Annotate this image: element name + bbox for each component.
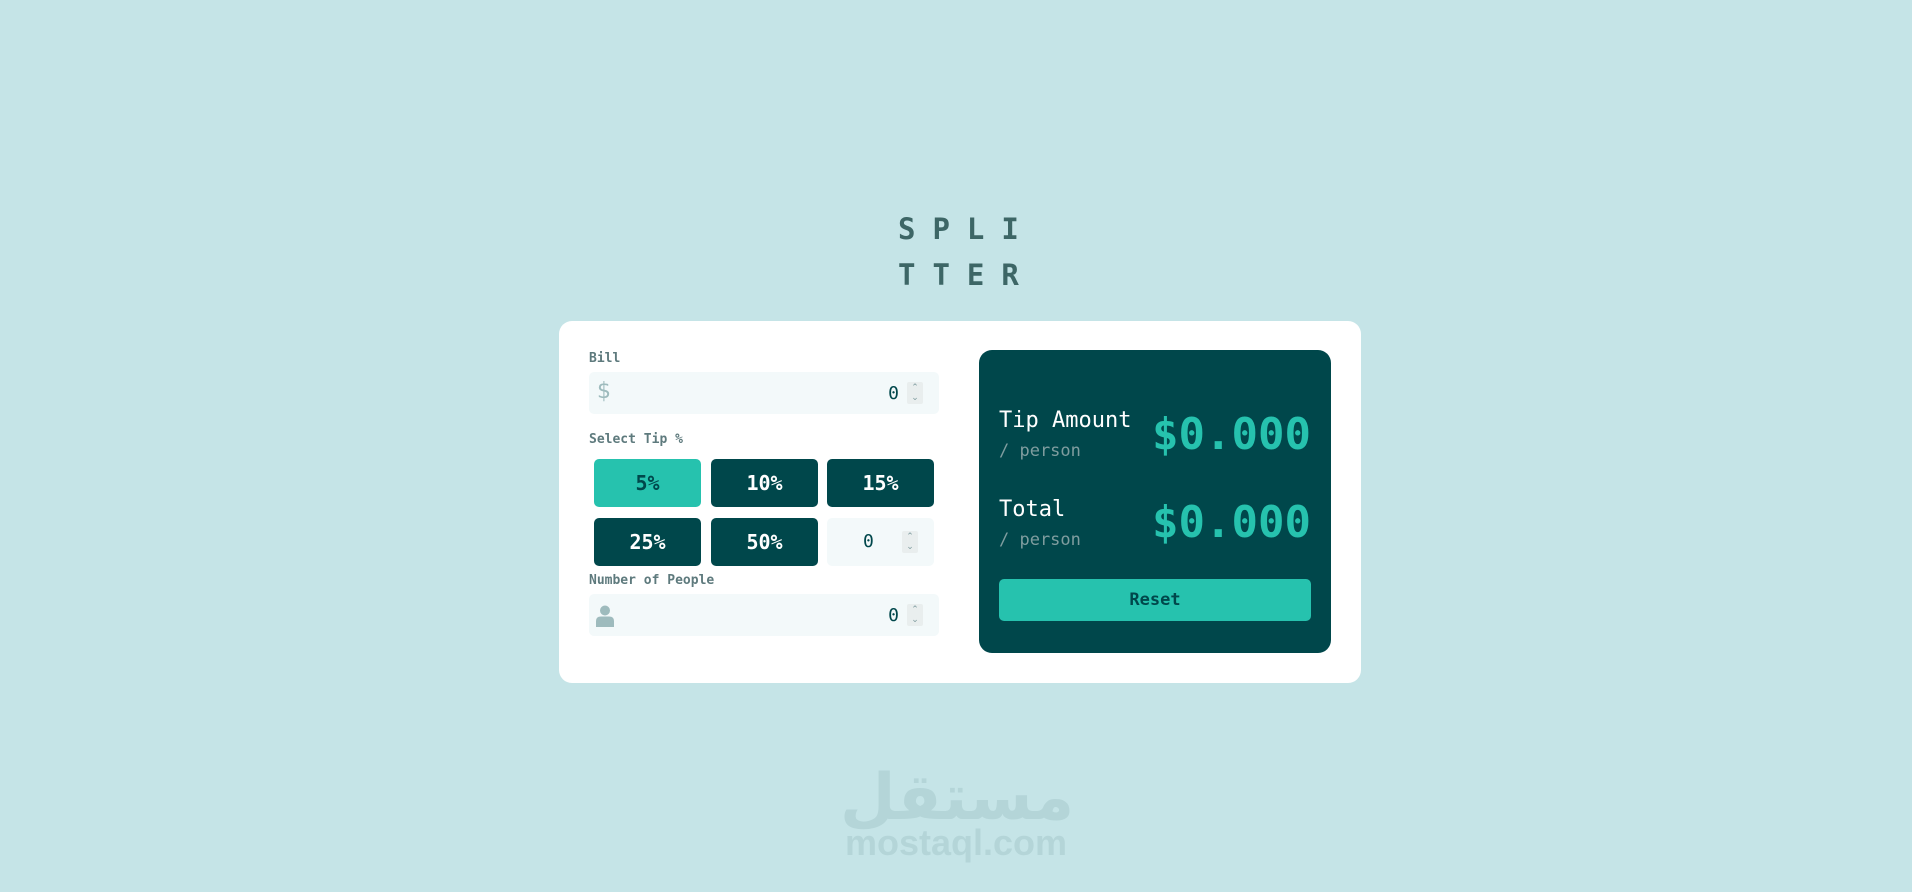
chevron-up-icon[interactable]: ⌃	[907, 383, 923, 393]
tip-amount-per-person: / person	[999, 441, 1081, 461]
custom-tip-input[interactable]: 0 ⌃ ⌄	[827, 518, 934, 566]
tip-amount-value: $0.000	[1152, 409, 1311, 460]
people-input[interactable]: 0 ⌃ ⌄	[589, 594, 939, 636]
chevron-down-icon[interactable]: ⌄	[902, 542, 918, 552]
chevron-up-icon[interactable]: ⌃	[902, 532, 918, 542]
tip-button-50[interactable]: 50%	[711, 518, 818, 566]
person-icon	[596, 605, 614, 627]
tip-button-25[interactable]: 25%	[594, 518, 701, 566]
logo-line-2: TTER	[898, 258, 1036, 292]
tip-button-10[interactable]: 10%	[711, 459, 818, 507]
bill-label: Bill	[589, 351, 621, 366]
chevron-up-icon[interactable]: ⌃	[907, 605, 923, 615]
bill-value: 0	[888, 383, 899, 404]
people-label: Number of People	[589, 573, 715, 588]
total-value: $0.000	[1152, 497, 1311, 548]
total-per-person: / person	[999, 530, 1081, 550]
dollar-icon: $	[597, 379, 611, 404]
tip-button-15[interactable]: 15%	[827, 459, 934, 507]
tip-button-5[interactable]: 5%	[594, 459, 701, 507]
mostaql-watermark: مستقل mostaql.com	[840, 763, 1074, 863]
bill-spinner[interactable]: ⌃ ⌄	[907, 382, 923, 404]
logo-line-1: SPLI	[898, 212, 1036, 246]
select-tip-label: Select Tip %	[589, 432, 683, 447]
app-logo: SPLI TTER	[898, 206, 1038, 298]
watermark-latin: mostaql.com	[844, 822, 1068, 863]
people-value: 0	[888, 605, 899, 626]
chevron-down-icon[interactable]: ⌄	[907, 615, 923, 625]
custom-tip-value: 0	[863, 531, 874, 552]
people-spinner[interactable]: ⌃ ⌄	[907, 604, 923, 626]
bill-input[interactable]: $ 0 ⌃ ⌄	[589, 372, 939, 414]
chevron-down-icon[interactable]: ⌄	[907, 393, 923, 403]
total-title: Total	[999, 497, 1066, 522]
reset-button[interactable]: Reset	[999, 579, 1311, 621]
tip-amount-title: Tip Amount	[999, 408, 1132, 433]
custom-tip-spinner[interactable]: ⌃ ⌄	[902, 531, 918, 553]
